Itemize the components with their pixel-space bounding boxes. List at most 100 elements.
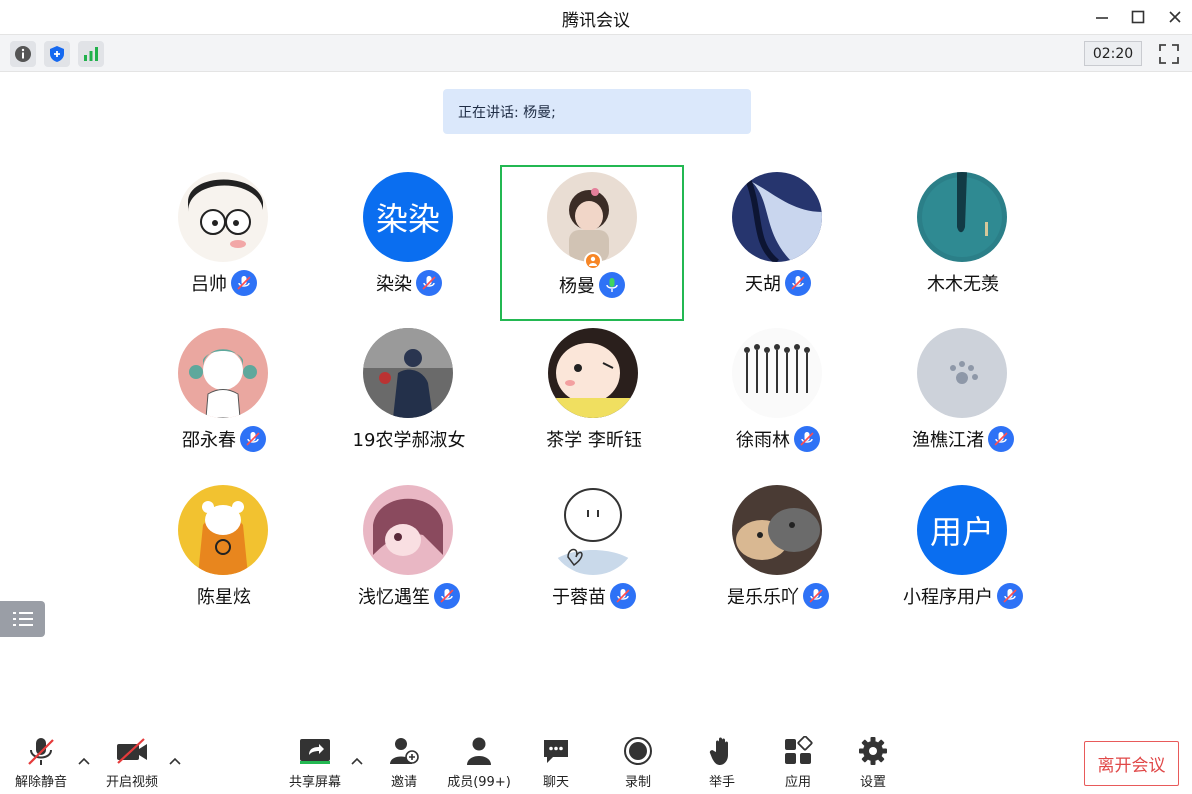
- participant-name: 杨曼: [559, 276, 595, 297]
- title-bar: 腾讯会议: [0, 0, 1192, 34]
- meeting-info-button[interactable]: [10, 41, 36, 67]
- participant-grid: 吕帅 染染 染染 杨曼 天胡 木木无羡 邵永春 19农学郝淑女 茶学 李昕钰 徐…: [132, 160, 1056, 640]
- chevron-up-icon: [351, 757, 363, 765]
- participant-tile[interactable]: 吕帅: [132, 160, 316, 316]
- window-title: 腾讯会议: [562, 11, 630, 31]
- participant-name: 渔樵江渚: [912, 430, 984, 451]
- participant-name: 是乐乐吖: [727, 587, 799, 608]
- shield-icon: [50, 46, 64, 62]
- participant-name: 浅忆遇笙: [358, 587, 430, 608]
- mic-muted-icon: [988, 426, 1014, 452]
- signal-icon: [84, 47, 98, 61]
- minimize-icon: [1096, 17, 1108, 19]
- speaking-indicator: 正在讲话: 杨曼;: [443, 89, 751, 134]
- participant-name: 吕帅: [191, 274, 227, 295]
- mic-muted-icon: [803, 583, 829, 609]
- participant-list-toggle[interactable]: [0, 601, 45, 637]
- mic-speaking-icon: [599, 272, 625, 298]
- gear-icon: [855, 735, 891, 767]
- close-icon: [1169, 11, 1181, 23]
- participant-name: 染染: [376, 274, 412, 295]
- avatar: [178, 328, 268, 418]
- avatar: [917, 172, 1007, 262]
- participant-tile[interactable]: 木木无羡: [871, 160, 1055, 316]
- maximize-button[interactable]: [1123, 4, 1153, 30]
- meeting-timer: 02:20: [1084, 41, 1142, 66]
- avatar: [732, 328, 822, 418]
- participant-name: 陈星炫: [197, 587, 251, 608]
- participant-name: 徐雨林: [736, 430, 790, 451]
- share-options-chevron[interactable]: [349, 753, 365, 769]
- participant-name: 木木无羡: [927, 274, 999, 295]
- avatar: 用户: [917, 485, 1007, 575]
- participant-tile[interactable]: 19农学郝淑女: [317, 316, 501, 472]
- participant-tile[interactable]: 陈星炫: [132, 473, 316, 629]
- participant-tile[interactable]: 于蓉苗: [502, 473, 686, 629]
- audio-options-chevron[interactable]: [76, 753, 92, 769]
- participant-name: 于蓉苗: [552, 587, 606, 608]
- chat-button[interactable]: 聊天: [521, 735, 591, 791]
- mic-muted-icon: [416, 270, 442, 296]
- maximize-icon: [1131, 10, 1145, 24]
- fullscreen-button[interactable]: [1156, 41, 1182, 67]
- chevron-up-icon: [169, 757, 181, 765]
- avatar: [732, 485, 822, 575]
- participant-tile[interactable]: 邵永春: [132, 316, 316, 472]
- invite-button[interactable]: 邀请: [369, 735, 439, 791]
- avatar: [548, 328, 638, 418]
- fullscreen-icon: [1159, 44, 1179, 64]
- start-video-button[interactable]: 开启视频: [97, 735, 167, 791]
- video-off-icon: [114, 735, 150, 767]
- unmute-button[interactable]: 解除静音: [6, 735, 76, 791]
- chevron-up-icon: [78, 757, 90, 765]
- security-button[interactable]: [44, 41, 70, 67]
- avatar: [547, 172, 637, 262]
- participant-name: 小程序用户: [903, 587, 993, 608]
- mic-muted-icon: [785, 270, 811, 296]
- avatar: [363, 485, 453, 575]
- participant-tile[interactable]: 徐雨林: [686, 316, 870, 472]
- participant-tile[interactable]: 浅忆遇笙: [317, 473, 501, 629]
- settings-button[interactable]: 设置: [838, 735, 908, 791]
- apps-icon: [780, 735, 816, 767]
- close-button[interactable]: [1160, 4, 1190, 30]
- meeting-controls: 解除静音 开启视频 共享屏幕 邀请 成员(99+) 聊天 录制 举手 应用 设置: [0, 725, 1192, 794]
- leave-meeting-button[interactable]: 离开会议: [1084, 741, 1179, 786]
- raise-hand-icon: [704, 735, 740, 767]
- chat-icon: [538, 735, 574, 767]
- participant-tile-active-speaker[interactable]: 杨曼: [500, 165, 684, 321]
- avatar: [178, 172, 268, 262]
- participant-tile[interactable]: 茶学 李昕钰: [502, 316, 686, 472]
- mic-muted-icon: [434, 583, 460, 609]
- avatar: 染染: [363, 172, 453, 262]
- apps-button[interactable]: 应用: [763, 735, 833, 791]
- members-icon: [461, 735, 497, 767]
- invite-icon: [386, 735, 422, 767]
- mic-muted-icon: [231, 270, 257, 296]
- mic-muted-icon: [997, 583, 1023, 609]
- participant-name: 邵永春: [182, 430, 236, 451]
- share-screen-icon: [297, 735, 333, 767]
- list-icon: [12, 612, 33, 626]
- avatar: [363, 328, 453, 418]
- minimize-button[interactable]: [1087, 4, 1117, 30]
- record-button[interactable]: 录制: [603, 735, 673, 791]
- participant-tile[interactable]: 是乐乐吖: [686, 473, 870, 629]
- participant-name: 天胡: [745, 274, 781, 295]
- participant-tile[interactable]: 用户 小程序用户: [871, 473, 1055, 629]
- mic-off-icon: [23, 735, 59, 767]
- video-options-chevron[interactable]: [167, 753, 183, 769]
- record-icon: [620, 735, 656, 767]
- participant-name: 茶学 李昕钰: [546, 430, 642, 451]
- raise-hand-button[interactable]: 举手: [687, 735, 757, 791]
- members-button[interactable]: 成员(99+): [444, 735, 514, 791]
- info-icon: [15, 46, 31, 62]
- participant-tile[interactable]: 天胡: [686, 160, 870, 316]
- share-screen-button[interactable]: 共享屏幕: [280, 735, 350, 791]
- participant-tile[interactable]: 渔樵江渚: [871, 316, 1055, 472]
- avatar: [548, 485, 638, 575]
- mic-muted-icon: [794, 426, 820, 452]
- participant-tile[interactable]: 染染 染染: [317, 160, 501, 316]
- host-icon: [584, 252, 602, 270]
- network-status-button[interactable]: [78, 41, 104, 67]
